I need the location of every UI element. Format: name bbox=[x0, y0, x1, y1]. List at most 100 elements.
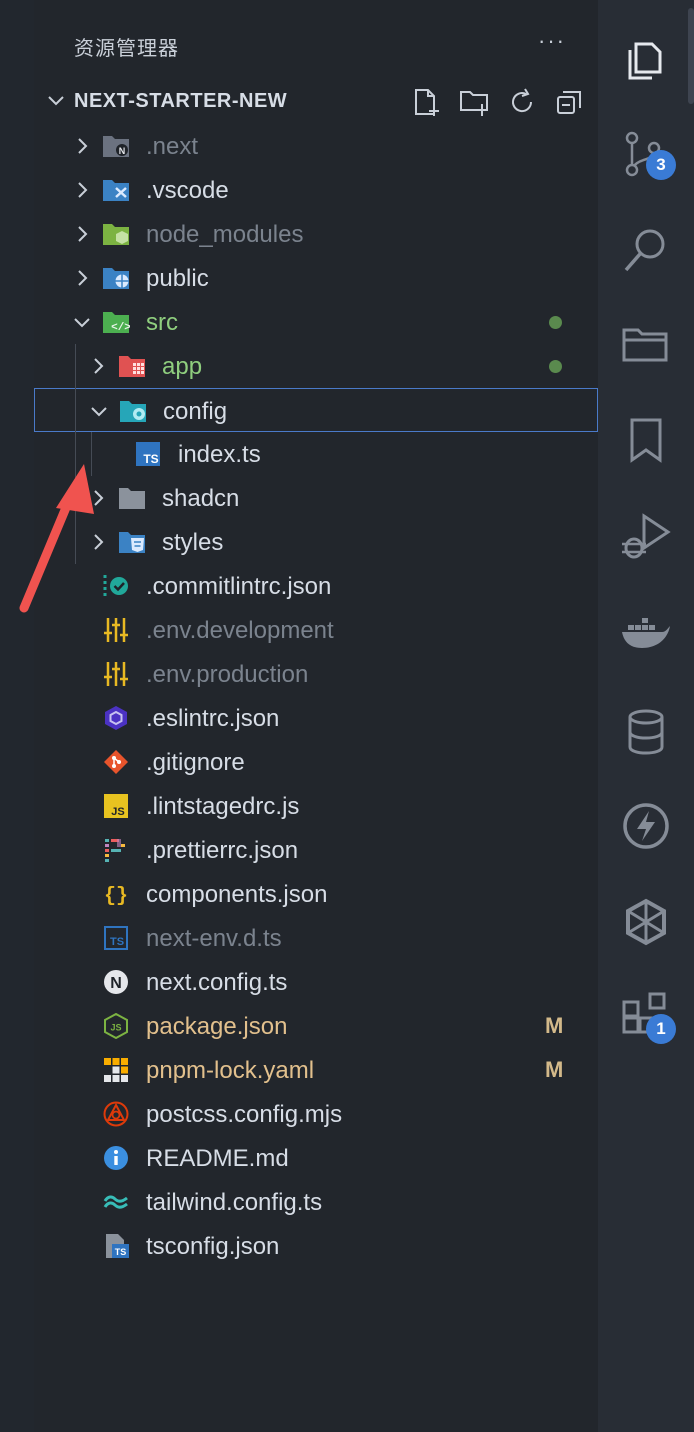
collapse-all-icon[interactable] bbox=[554, 86, 586, 118]
new-file-icon[interactable] bbox=[410, 86, 442, 118]
scrollbar-thumb[interactable] bbox=[688, 8, 694, 104]
tree-item-label: next-env.d.ts bbox=[146, 925, 282, 952]
folder-icon bbox=[118, 485, 146, 511]
eslint-icon bbox=[102, 705, 130, 731]
commitlint-icon bbox=[102, 573, 130, 599]
chevron-right-icon bbox=[70, 178, 94, 202]
tree-file-item[interactable]: postcss.config.mjs bbox=[34, 1092, 598, 1136]
tree-item-label: .eslintrc.json bbox=[146, 705, 280, 732]
json-icon: {} bbox=[102, 881, 130, 908]
chevron-down-icon bbox=[87, 399, 111, 423]
tree-file-item[interactable]: .prettierrc.json bbox=[34, 828, 598, 872]
tree-folder-item[interactable]: shadcn bbox=[34, 476, 598, 520]
tailwind-icon bbox=[102, 1189, 130, 1215]
javascript-icon: JS bbox=[102, 793, 130, 819]
chevron-down-icon bbox=[44, 88, 68, 112]
tree-item-label: .vscode bbox=[146, 177, 229, 204]
tree-item-label: public bbox=[146, 265, 209, 292]
svg-text:N: N bbox=[110, 975, 122, 992]
bookmark-icon[interactable] bbox=[620, 414, 672, 466]
tree-item-label: pnpm-lock.yaml bbox=[146, 1057, 315, 1084]
tree-folder-item[interactable]: </> src bbox=[34, 300, 598, 344]
run-debug-icon[interactable] bbox=[620, 510, 672, 562]
info-icon bbox=[102, 1145, 130, 1171]
tree-item-label: tsconfig.json bbox=[146, 1233, 280, 1260]
git-icon bbox=[102, 749, 130, 775]
tree-item-label: src bbox=[146, 309, 178, 336]
search-icon[interactable] bbox=[620, 224, 672, 276]
refresh-icon[interactable] bbox=[506, 86, 538, 118]
tree-item-label: tailwind.config.ts bbox=[146, 1189, 323, 1216]
chevron-right-icon bbox=[86, 354, 110, 378]
tree-item-label: postcss.config.mjs bbox=[146, 1101, 343, 1128]
database-icon[interactable] bbox=[620, 706, 672, 758]
project-header[interactable]: NEXT-STARTER-NEW bbox=[34, 80, 598, 124]
git-status-badge: M bbox=[545, 1057, 564, 1082]
svg-text:JS: JS bbox=[110, 1023, 121, 1033]
tree-folder-item[interactable]: .vscode bbox=[34, 168, 598, 212]
explorer-panel: 资源管理器 ··· NEXT-STARTER-NEW N .next .vscode… bbox=[34, 0, 598, 1432]
config-folder-icon bbox=[119, 398, 147, 424]
tree-item-label: .next bbox=[146, 133, 199, 160]
next-icon: N bbox=[102, 969, 130, 995]
tree-file-item[interactable]: .env.development bbox=[34, 608, 598, 652]
tree-item-label: next.config.ts bbox=[146, 969, 288, 996]
tree-item-label: .gitignore bbox=[146, 749, 245, 776]
notification-badge: 1 bbox=[646, 1014, 676, 1044]
typescript-def-icon: TS bbox=[102, 925, 130, 951]
svg-text:</>: </> bbox=[111, 322, 130, 334]
src-folder-icon: </> bbox=[102, 309, 131, 335]
pnpm-icon bbox=[102, 1057, 130, 1083]
tree-file-item[interactable]: TS index.ts bbox=[34, 432, 598, 476]
svg-text:{}: {} bbox=[104, 885, 128, 907]
tree-file-item[interactable]: .env.production bbox=[34, 652, 598, 696]
tree-item-label: config bbox=[163, 398, 228, 425]
tree-file-item[interactable]: pnpm-lock.yaml M bbox=[34, 1048, 598, 1092]
thunder-client-icon[interactable] bbox=[620, 800, 672, 852]
explorer-icon[interactable] bbox=[620, 32, 672, 84]
tree-folder-item[interactable]: app bbox=[34, 344, 598, 388]
tree-folder-item[interactable]: styles bbox=[34, 520, 598, 564]
tree-file-item[interactable]: JS .lintstagedrc.js bbox=[34, 784, 598, 828]
tree-item-label: components.json bbox=[146, 881, 328, 908]
public-folder-icon bbox=[102, 265, 130, 291]
tree-item-label: package.json bbox=[146, 1013, 288, 1040]
tree-file-item[interactable]: tailwind.config.ts bbox=[34, 1180, 598, 1224]
tree-file-item[interactable]: .commitlintrc.json bbox=[34, 564, 598, 608]
tree-folder-item[interactable]: node_modules bbox=[34, 212, 598, 256]
more-actions-button[interactable]: ··· bbox=[538, 28, 566, 54]
svg-text:JS: JS bbox=[111, 806, 124, 818]
tree-file-item[interactable]: TS tsconfig.json bbox=[34, 1224, 598, 1268]
chevron-down-icon bbox=[70, 310, 94, 334]
svg-text:TS: TS bbox=[143, 452, 158, 466]
next-folder-icon: N bbox=[102, 133, 130, 159]
tree-item-label: styles bbox=[162, 529, 224, 556]
tree-folder-item[interactable]: public bbox=[34, 256, 598, 300]
tree-folder-item[interactable]: config bbox=[34, 388, 598, 432]
git-status-badge: M bbox=[545, 1013, 564, 1038]
tree-item-label: shadcn bbox=[162, 485, 240, 512]
tree-file-item[interactable]: .eslintrc.json bbox=[34, 696, 598, 740]
nodejs-icon: JS bbox=[102, 1012, 130, 1040]
chevron-right-icon bbox=[70, 222, 94, 246]
tree-file-item[interactable]: {} components.json bbox=[34, 872, 598, 916]
tree-item-label: node_modules bbox=[146, 221, 304, 248]
tree-folder-item[interactable]: N .next bbox=[34, 124, 598, 168]
node-folder-icon bbox=[102, 221, 130, 247]
tree-item-label: .lintstagedrc.js bbox=[146, 793, 300, 820]
svg-text:N: N bbox=[119, 146, 126, 156]
svg-text:TS: TS bbox=[110, 936, 124, 948]
remote-explorer-icon[interactable] bbox=[620, 318, 672, 370]
prettier-icon bbox=[102, 837, 130, 863]
tree-item-label: .commitlintrc.json bbox=[146, 573, 332, 600]
tree-file-item[interactable]: JS package.json M bbox=[34, 1004, 598, 1048]
new-folder-icon[interactable] bbox=[458, 86, 490, 118]
tree-file-item[interactable]: TS next-env.d.ts bbox=[34, 916, 598, 960]
tree-file-item[interactable]: .gitignore bbox=[34, 740, 598, 784]
docker-icon[interactable] bbox=[620, 608, 672, 660]
modified-dot bbox=[549, 360, 562, 373]
tree-file-item[interactable]: Nnext.config.ts bbox=[34, 960, 598, 1004]
tree-item-label: index.ts bbox=[178, 441, 261, 468]
tree-file-item[interactable]: README.md bbox=[34, 1136, 598, 1180]
openai-icon[interactable] bbox=[620, 896, 672, 948]
